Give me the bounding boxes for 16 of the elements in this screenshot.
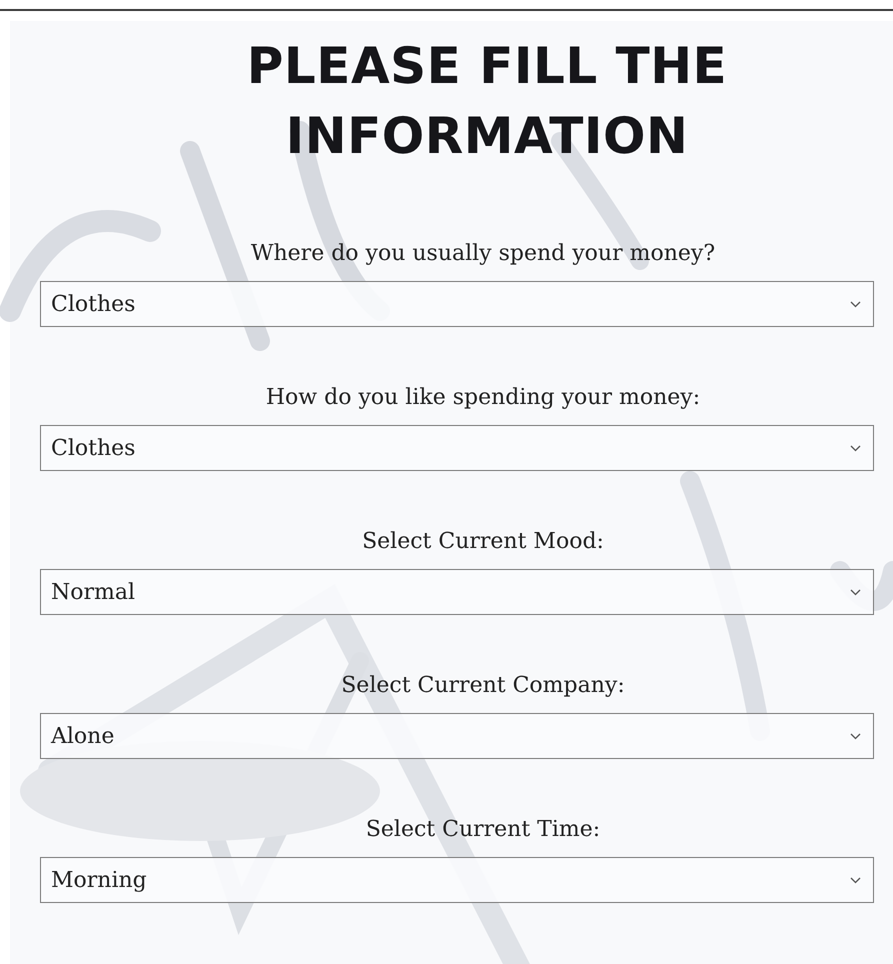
chevron-icon [850, 300, 861, 308]
dropdown[interactable]: Normal [40, 569, 874, 615]
chevron-icon [850, 588, 861, 596]
question-label: Where do you usually spend your money? [250, 240, 716, 268]
page-title: PLEASE FILL THE INFORMATION [246, 36, 728, 167]
question-label: Select Current Time: [366, 816, 600, 844]
question-label: Select Current Mood: [362, 528, 604, 556]
question-label: Select Current Company: [341, 672, 625, 700]
dropdown[interactable]: Clothes [40, 281, 874, 327]
chevron-icon [850, 732, 861, 740]
chevron-icon [850, 444, 861, 452]
chevron-icon [850, 876, 861, 884]
dropdown[interactable]: Alone [40, 713, 874, 759]
question-label: How do you like spending your money: [266, 384, 700, 412]
dropdown[interactable]: Clothes [40, 425, 874, 471]
dropdown[interactable]: Morning [40, 857, 874, 903]
